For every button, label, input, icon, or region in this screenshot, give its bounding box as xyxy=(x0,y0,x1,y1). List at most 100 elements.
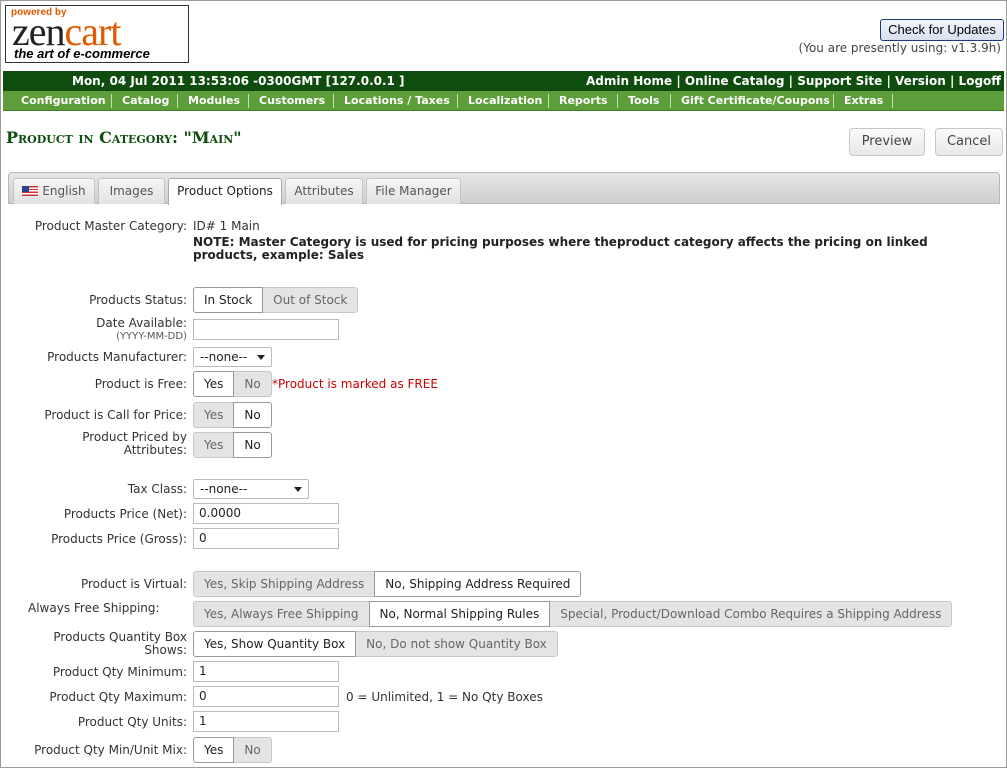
manufacturer-label: Products Manufacturer: xyxy=(47,350,187,364)
qty-maximum-note: 0 = Unlimited, 1 = No Qty Boxes xyxy=(346,690,543,704)
free-shipping-label: Always Free Shipping: xyxy=(28,601,160,615)
menu-modules[interactable]: Modules xyxy=(188,94,240,107)
qty-box-toggle: Yes, Show Quantity Box No, Do not show Q… xyxy=(193,631,558,657)
admin-menu-bar: Configuration Catalog Modules Customers … xyxy=(3,91,1004,111)
logo-tagline: the art of e-commerce xyxy=(14,46,150,61)
server-datetime: Mon, 04 Jul 2011 13:53:06 -0300GMT [127.… xyxy=(72,74,405,88)
master-category-label: Product Master Category: xyxy=(34,219,187,233)
check-for-updates-button[interactable]: Check for Updates xyxy=(880,19,1004,41)
admin-home-link[interactable]: Admin Home xyxy=(586,74,672,88)
tab-images[interactable]: Images xyxy=(98,178,165,204)
status-out-of-stock-option[interactable]: Out of Stock xyxy=(262,287,359,313)
menu-customers[interactable]: Customers xyxy=(259,94,325,107)
menu-separator xyxy=(892,94,893,108)
preview-button[interactable]: Preview xyxy=(849,128,925,156)
call-yes-option[interactable]: Yes xyxy=(193,402,235,428)
zencart-logo[interactable]: powered by zencart the art of e-commerce xyxy=(5,5,189,63)
price-gross-label: Products Price (Gross): xyxy=(51,532,187,546)
products-status-label: Products Status: xyxy=(89,293,187,307)
master-category-value: ID# 1 Main xyxy=(193,219,260,233)
priced-attr-line2: Attributes: xyxy=(123,443,187,457)
menu-separator xyxy=(333,94,334,108)
qty-box-line1: Products Quantity Box xyxy=(53,630,187,644)
price-net-label: Products Price (Net): xyxy=(63,507,187,521)
qty-box-yes-option[interactable]: Yes, Show Quantity Box xyxy=(193,631,357,657)
link-separator: | xyxy=(949,74,955,88)
qty-mix-no-option[interactable]: No xyxy=(233,737,272,763)
page-title: Product in Category: "Main" xyxy=(6,128,242,147)
priced-attr-yes-option[interactable]: Yes xyxy=(193,432,235,458)
virtual-yes-option[interactable]: Yes, Skip Shipping Address xyxy=(193,571,376,597)
manufacturer-select[interactable]: --none-- xyxy=(193,347,272,367)
version-link[interactable]: Version xyxy=(895,74,946,88)
product-free-toggle: Yes No xyxy=(193,371,272,397)
logoff-link[interactable]: Logoff xyxy=(959,74,1001,88)
tax-class-select[interactable]: --none-- xyxy=(193,479,309,499)
online-catalog-link[interactable]: Online Catalog xyxy=(685,74,785,88)
qty-units-label: Product Qty Units: xyxy=(77,715,187,729)
top-links: Admin Home | Online Catalog | Support Si… xyxy=(586,74,1001,88)
tab-english[interactable]: English xyxy=(13,178,95,204)
virtual-no-option[interactable]: No, Shipping Address Required xyxy=(374,571,582,597)
tab-english-label: English xyxy=(42,184,86,198)
free-ship-yes-option[interactable]: Yes, Always Free Shipping xyxy=(193,601,370,627)
menu-separator xyxy=(457,94,458,108)
menu-configuration[interactable]: Configuration xyxy=(21,94,106,107)
menu-reports[interactable]: Reports xyxy=(559,94,608,107)
menu-gift-certificates[interactable]: Gift Certificate/Coupons xyxy=(681,94,830,107)
link-separator: | xyxy=(676,74,681,88)
qty-box-no-option[interactable]: No, Do not show Quantity Box xyxy=(355,631,558,657)
qty-minimum-input[interactable]: 1 xyxy=(193,661,339,682)
product-free-label: Product is Free: xyxy=(94,377,187,391)
products-status-toggle: In Stock Out of Stock xyxy=(193,287,359,313)
cancel-button[interactable]: Cancel xyxy=(935,128,1003,156)
tab-attributes[interactable]: Attributes xyxy=(285,178,363,204)
menu-extras[interactable]: Extras xyxy=(844,94,883,107)
qty-units-input[interactable]: 1 xyxy=(193,711,339,732)
qty-mix-label: Product Qty Min/Unit Mix: xyxy=(34,743,187,757)
menu-localization[interactable]: Localization xyxy=(468,94,542,107)
qty-box-line2: Shows: xyxy=(144,643,187,657)
us-flag-icon xyxy=(22,186,39,196)
qty-maximum-input[interactable]: 0 xyxy=(193,686,339,707)
menu-catalog[interactable]: Catalog xyxy=(122,94,169,107)
menu-separator xyxy=(177,94,178,108)
price-gross-input[interactable]: 0 xyxy=(193,528,339,549)
chevron-down-icon xyxy=(257,355,265,360)
product-virtual-label: Product is Virtual: xyxy=(80,577,187,591)
free-no-option[interactable]: No xyxy=(233,371,272,397)
menu-locations-taxes[interactable]: Locations / Taxes xyxy=(344,94,450,107)
free-ship-special-option[interactable]: Special, Product/Download Combo Requires… xyxy=(549,601,953,627)
call-for-price-label: Product is Call for Price: xyxy=(44,408,187,422)
product-virtual-toggle: Yes, Skip Shipping Address No, Shipping … xyxy=(193,571,582,597)
date-available-label: Date Available: (YYYY-MM-DD) xyxy=(96,317,187,343)
date-format-hint: (YYYY-MM-DD) xyxy=(116,331,187,342)
version-note: (You are presently using: v1.3.9h) xyxy=(798,41,1001,55)
master-category-note: NOTE: Master Category is used for pricin… xyxy=(193,235,928,262)
menu-separator xyxy=(248,94,249,108)
qty-maximum-label: Product Qty Maximum: xyxy=(49,690,187,704)
qty-mix-yes-option[interactable]: Yes xyxy=(193,737,235,763)
menu-separator xyxy=(670,94,671,108)
menu-separator xyxy=(111,94,112,108)
free-yes-option[interactable]: Yes xyxy=(193,371,235,397)
tab-file-manager[interactable]: File Manager xyxy=(366,178,461,204)
qty-box-label: Products Quantity Box Shows: xyxy=(53,631,187,657)
status-in-stock-option[interactable]: In Stock xyxy=(193,287,264,313)
tab-product-options[interactable]: Product Options xyxy=(168,178,282,205)
priced-attr-line1: Product Priced by xyxy=(82,430,187,444)
tax-class-label: Tax Class: xyxy=(127,482,187,496)
priced-by-attributes-toggle: Yes No xyxy=(193,432,272,458)
manufacturer-selected: --none-- xyxy=(200,350,248,364)
free-shipping-toggle: Yes, Always Free Shipping No, Normal Shi… xyxy=(193,601,953,627)
free-ship-normal-option[interactable]: No, Normal Shipping Rules xyxy=(368,601,551,627)
price-net-input[interactable]: 0.0000 xyxy=(193,503,339,524)
call-for-price-toggle: Yes No xyxy=(193,402,272,428)
call-no-option[interactable]: No xyxy=(233,402,272,428)
support-site-link[interactable]: Support Site xyxy=(797,74,882,88)
tax-class-selected: --none-- xyxy=(200,482,248,496)
qty-mix-toggle: Yes No xyxy=(193,737,272,763)
menu-tools[interactable]: Tools xyxy=(628,94,659,107)
date-available-input[interactable] xyxy=(193,319,339,340)
priced-attr-no-option[interactable]: No xyxy=(233,432,272,458)
